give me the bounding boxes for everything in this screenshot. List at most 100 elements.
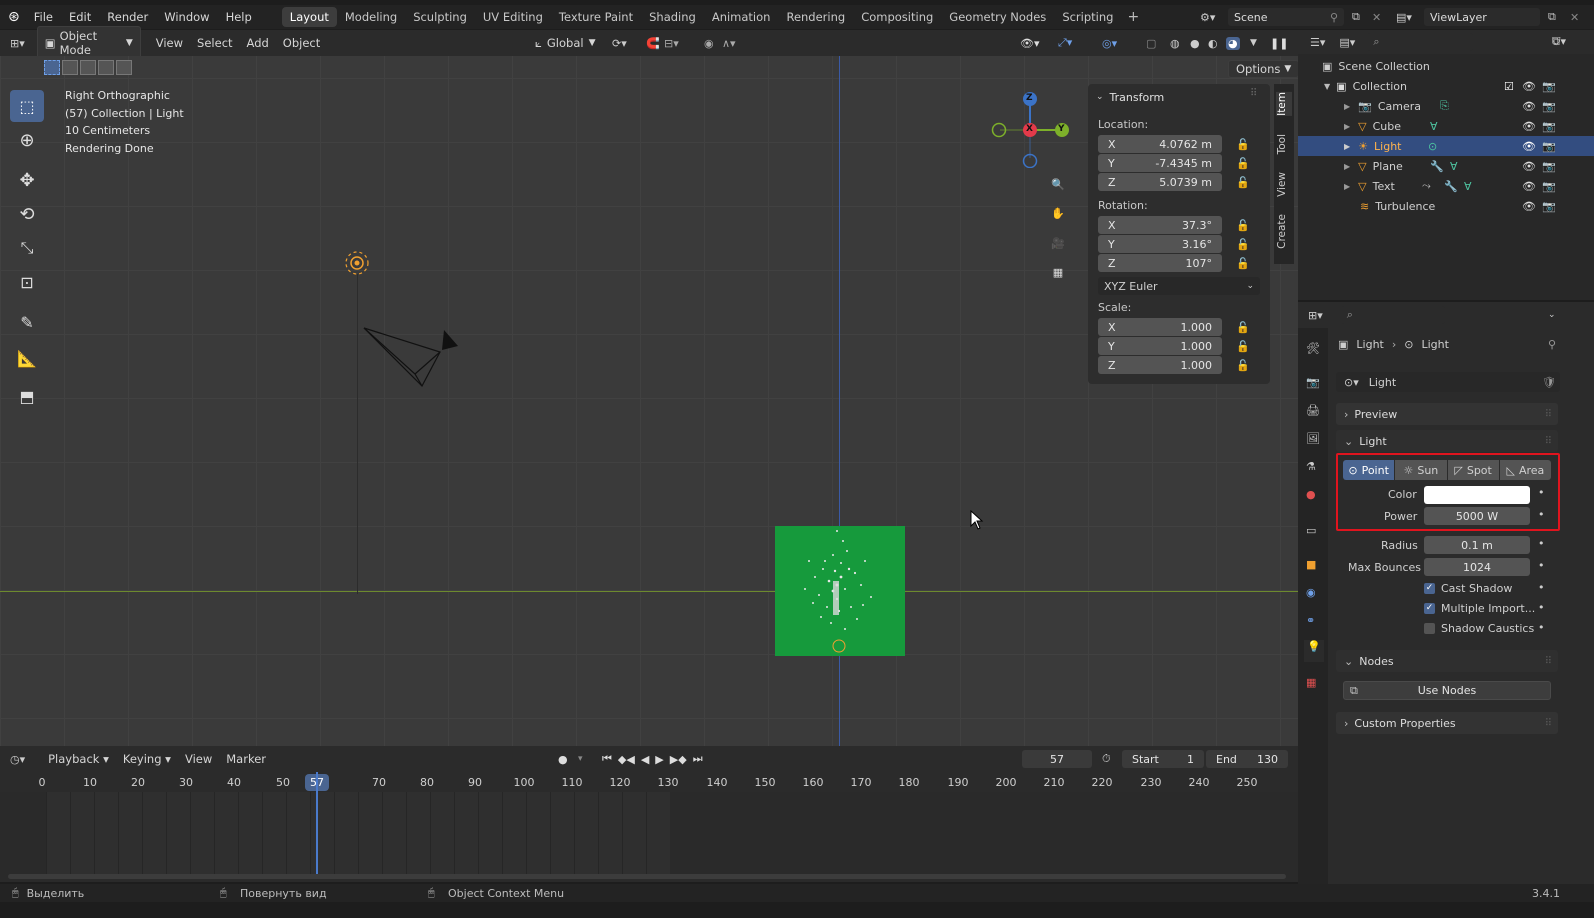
outliner-item-camera[interactable]: ▶ 📷 Camera ⎘ 👁 📷 (1298, 96, 1594, 116)
keyframe-dot-icon[interactable]: • (1538, 621, 1545, 634)
tab-compositing[interactable]: Compositing (853, 7, 941, 27)
new-view-layer-icon[interactable]: ⧉ (1548, 10, 1556, 24)
use-nodes-button[interactable]: ⧉ Use Nodes (1343, 681, 1551, 700)
object-tab-icon[interactable]: ■ (1306, 558, 1316, 571)
lock-icon[interactable]: 🔓 (1236, 257, 1250, 270)
properties-search[interactable]: ⌕ (1340, 306, 1445, 324)
render-tab-icon[interactable]: 📷 (1306, 376, 1320, 389)
view-layer-selector[interactable]: ViewLayer (1424, 8, 1540, 26)
orientation-selector[interactable]: ⟀ Global ▼ (528, 34, 603, 53)
pin-icon[interactable]: ⚲ (1548, 338, 1556, 351)
pan-button[interactable]: ✋ (1046, 201, 1070, 225)
multiple-importance-checkbox[interactable]: ✓ Multiple Import... (1424, 602, 1535, 615)
light-panel-header[interactable]: ⌄ Light ⠿ (1336, 430, 1558, 452)
world-tab-icon[interactable]: ● (1306, 488, 1316, 501)
pause-render-icon[interactable]: ❚❚ (1270, 37, 1288, 50)
shading-options-icon[interactable]: ▼ (1250, 38, 1257, 48)
light-object-icon[interactable] (343, 249, 371, 277)
rotate-tool[interactable]: ⟲ (10, 198, 44, 230)
lock-icon[interactable]: 🔓 (1236, 219, 1250, 232)
custom-properties-panel-header[interactable]: › Custom Properties ⠿ (1336, 712, 1558, 734)
lock-icon[interactable]: 🔓 (1236, 321, 1250, 334)
select-invert-icon[interactable] (98, 60, 114, 75)
pin-icon[interactable]: ⚲ (1330, 11, 1338, 24)
chevron-down-icon[interactable]: ▾ (578, 754, 583, 764)
eye-icon[interactable]: 👁 (1522, 80, 1536, 93)
rendered-shading-icon[interactable]: ◕ (1226, 36, 1240, 50)
tab-create[interactable]: Create (1276, 214, 1292, 249)
view-layer-tab-icon[interactable]: 🖼 (1306, 432, 1320, 445)
outliner-scene-collection[interactable]: ▣ Scene Collection (1298, 56, 1594, 76)
drag-handle-icon[interactable]: ⠿ (1545, 718, 1552, 729)
proportional-edit-icon[interactable]: ◉ (704, 37, 714, 50)
annotate-tool[interactable]: ✎ (10, 306, 44, 338)
options-dropdown[interactable]: Options ▼ (1228, 60, 1298, 78)
drag-handle-icon[interactable]: ⠿ (1545, 436, 1552, 447)
start-frame-field[interactable]: Start 1 (1122, 750, 1204, 768)
rotation-y-field[interactable]: Y 3.16° (1098, 235, 1222, 253)
keyframe-dot-icon[interactable]: • (1538, 581, 1545, 594)
radius-field[interactable]: 0.1 m (1424, 536, 1530, 554)
lock-icon[interactable]: 🔓 (1236, 176, 1250, 189)
menu-select[interactable]: Select (190, 34, 239, 52)
tab-geometry-nodes[interactable]: Geometry Nodes (941, 7, 1054, 27)
jump-start-icon[interactable]: ⏮ (602, 752, 612, 766)
tab-texture-paint[interactable]: Texture Paint (551, 7, 641, 27)
transform-tool[interactable]: ⊡ (10, 266, 44, 298)
blender-logo-icon[interactable]: ⊛ (8, 9, 20, 25)
light-data-tab-icon[interactable]: 💡 (1304, 640, 1324, 662)
editor-type-icon[interactable]: ⊞▾ (1308, 309, 1323, 322)
lock-icon[interactable]: 🔓 (1236, 157, 1250, 170)
mode-selector[interactable]: ▣ Object Mode ▼ (36, 26, 141, 60)
tab-animation[interactable]: Animation (704, 7, 779, 27)
lock-icon[interactable]: 🔓 (1236, 138, 1250, 151)
transform-panel-header[interactable]: ⌄ Transform (1096, 88, 1164, 106)
tool-tab-icon[interactable]: 🛠 (1306, 342, 1320, 355)
scale-y-field[interactable]: Y 1.000 (1098, 337, 1222, 355)
cast-shadow-checkbox[interactable]: ✓ Cast Shadow (1424, 582, 1512, 595)
tab-sculpting[interactable]: Sculpting (405, 7, 475, 27)
chevron-right-icon[interactable]: ▶ (1344, 162, 1350, 171)
xray-icon[interactable]: ▢ (1146, 37, 1156, 50)
display-mode-icon[interactable]: ▤▾ (1339, 36, 1355, 49)
shadow-caustics-checkbox[interactable]: Shadow Caustics (1424, 622, 1534, 635)
menu-add[interactable]: Add (240, 34, 276, 52)
lock-icon[interactable]: 🔓 (1236, 340, 1250, 353)
outliner-item-plane[interactable]: ▶ ▽ Plane 🔧 ∀ 👁 📷 (1298, 156, 1594, 176)
lock-icon[interactable]: 🔓 (1236, 359, 1250, 372)
solid-shading-icon[interactable]: ● (1190, 37, 1200, 50)
cursor-tool[interactable]: ⊕ (10, 124, 44, 156)
timeline-ruler[interactable]: 0 10 20 30 40 50 70 80 90 100 110 120 13… (0, 772, 1298, 792)
render-camera-icon[interactable]: 📷 (1542, 200, 1556, 213)
outliner-item-light[interactable]: ▶ ☀ Light ⊙ 👁 📷 (1298, 136, 1594, 156)
drag-handle-icon[interactable]: ⠿ (1250, 88, 1257, 99)
new-collection-icon[interactable]: ⧉ (1552, 35, 1560, 49)
eye-icon[interactable]: 👁 (1522, 100, 1536, 113)
wireframe-shading-icon[interactable]: ◍ (1170, 37, 1180, 50)
pivot-icon[interactable]: ⟳▾ (612, 37, 627, 50)
tab-item[interactable]: Item (1276, 92, 1292, 116)
tab-modeling[interactable]: Modeling (337, 7, 405, 27)
select-extend-icon[interactable] (62, 60, 78, 75)
texture-tab-icon[interactable]: ▦ (1306, 676, 1316, 689)
visibility-icon[interactable]: 👁▾ (1020, 37, 1040, 50)
zoom-button[interactable]: 🔍 (1046, 172, 1070, 196)
eye-icon[interactable]: 👁 (1522, 140, 1536, 153)
overlay-toggle-icon[interactable]: ◎▾ (1102, 37, 1117, 50)
keyframe-dot-icon[interactable]: • (1538, 601, 1545, 614)
render-camera-icon[interactable]: 📷 (1542, 100, 1556, 113)
add-workspace-icon[interactable]: + (1127, 9, 1139, 25)
chevron-right-icon[interactable]: ▶ (1344, 122, 1350, 131)
material-shading-icon[interactable]: ◐ (1208, 37, 1218, 50)
menu-window[interactable]: Window (156, 10, 217, 24)
current-frame-field[interactable]: 57 (1022, 750, 1092, 768)
menu-playback[interactable]: Playback ▾ (41, 750, 116, 768)
menu-help[interactable]: Help (218, 10, 260, 24)
chevron-right-icon[interactable]: ▶ (1344, 142, 1350, 151)
record-icon[interactable]: ● (558, 753, 568, 766)
menu-object[interactable]: Object (276, 34, 327, 52)
timeline-area[interactable] (0, 772, 1298, 882)
scale-x-field[interactable]: X 1.000 (1098, 318, 1222, 336)
measure-tool[interactable]: 📐 (10, 342, 44, 374)
select-intersect-icon[interactable] (116, 60, 132, 75)
